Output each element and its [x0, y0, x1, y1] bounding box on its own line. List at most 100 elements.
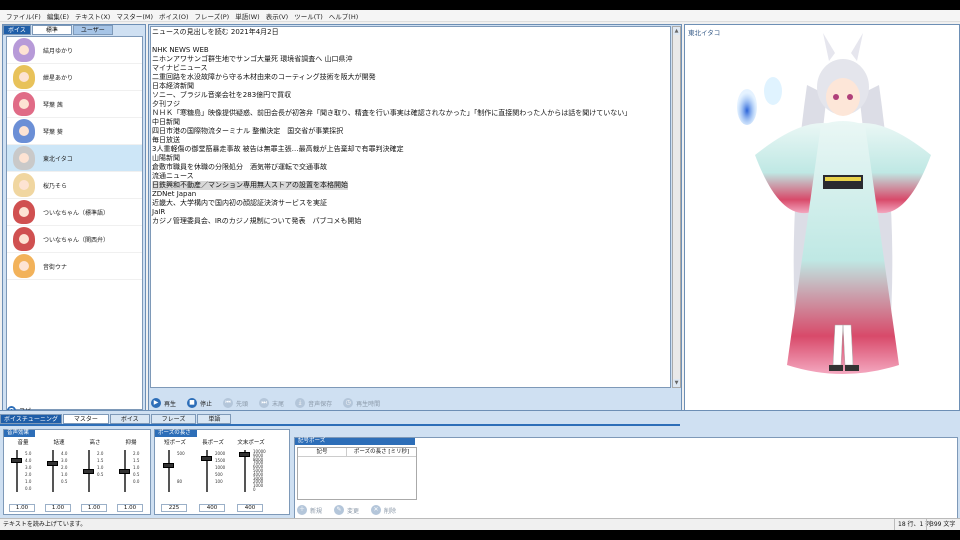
menu-item[interactable]: マスター(M): [113, 11, 156, 21]
character-item[interactable]: 琴葉 茜: [7, 91, 142, 118]
character-item[interactable]: 結月ゆかり: [7, 37, 142, 64]
character-item[interactable]: ついなちゃん（標準語）: [7, 199, 142, 226]
symbol-pause-table[interactable]: 記号 ポーズの長さ [ミリ秒]: [297, 447, 417, 500]
slider-control: 話速 4.0 3.0 2.0 1.0 0.5 1.00: [42, 438, 76, 512]
character-illustration: [737, 33, 931, 374]
scroll-up-icon[interactable]: ▲: [673, 27, 680, 35]
menu-item[interactable]: ボイス(O): [156, 11, 192, 21]
tab-voice-settings[interactable]: ボイス: [109, 414, 150, 424]
character-name-label: 東北イタコ: [43, 155, 73, 163]
slider-value-input[interactable]: 1.00: [9, 504, 35, 512]
text-line: 流通ニュース: [152, 172, 194, 180]
menu-item[interactable]: フレーズ(P): [192, 11, 233, 21]
slider-track[interactable]: [168, 450, 170, 492]
text-line: カジノ管理委員会、IRのカジノ規制について発表 パブコメも開始: [152, 217, 362, 225]
menu-item[interactable]: ヘルプ(H): [326, 11, 361, 21]
new-button[interactable]: ＋新規: [297, 505, 322, 515]
play-button[interactable]: ▶ 再生: [151, 398, 176, 408]
tick-label: 4.0: [25, 458, 32, 463]
clock-icon: ◷: [343, 398, 354, 408]
skip-back-icon: ⏮: [223, 398, 234, 408]
slider-value-input[interactable]: 1.00: [117, 504, 143, 512]
slider-value-input[interactable]: 1.00: [45, 504, 71, 512]
avatar: [13, 65, 35, 89]
slider-value-input[interactable]: 400: [199, 504, 225, 512]
tick-label: 1000: [215, 465, 226, 470]
skip-forward-button[interactable]: ⏭ 末尾: [259, 398, 284, 408]
character-item[interactable]: 紲星あかり: [7, 64, 142, 91]
tab-voice[interactable]: ボイス: [3, 25, 31, 35]
text-line: 3人重軽傷の御堂筋暴走事故 被告は無罪主張…最高裁が上告棄却で有罪判決確定: [152, 145, 404, 153]
slider-value-input[interactable]: 225: [161, 504, 187, 512]
character-item[interactable]: 琴葉 葵: [7, 118, 142, 145]
new-icon: ＋: [297, 505, 307, 515]
character-item[interactable]: 東北イタコ: [7, 145, 142, 172]
slider-scale: 4.0 3.0 2.0 1.0 0.5: [61, 450, 67, 485]
tab-word[interactable]: 単語: [197, 414, 232, 424]
slider-track[interactable]: [16, 450, 18, 492]
menu-item[interactable]: 編集(E): [44, 11, 72, 21]
character-name-label: 音街ウナ: [43, 263, 68, 271]
menu-item[interactable]: 表示(V): [263, 11, 292, 21]
symbol-pause-buttons: ＋新規 ✎ 変更 ✕ 削除: [297, 505, 396, 515]
clock-button[interactable]: ◷ 再生時間: [343, 398, 380, 408]
table-header: 記号 ポーズの長さ [ミリ秒]: [298, 448, 416, 457]
slider-value-input[interactable]: 1.00: [81, 504, 107, 512]
tab-phrase[interactable]: フレーズ: [150, 414, 197, 424]
column-symbol: 記号: [316, 449, 328, 455]
tick-label: 1.5: [97, 458, 104, 463]
tick-label: 1.0: [97, 465, 104, 470]
slider-thumb[interactable]: [83, 469, 94, 474]
tab-standard[interactable]: 標準: [31, 25, 72, 35]
tick-label: 1.5: [133, 458, 140, 463]
menu-item[interactable]: 単語(W): [232, 11, 263, 21]
text-line: ＮＨＫ「寒糖島」映像提供疑惑、前田会長が初答弁「聞き取り、精査を行い事実は確認さ…: [152, 109, 632, 117]
delete-icon: ✕: [371, 505, 382, 515]
character-item[interactable]: ついなちゃん（関西弁）: [7, 226, 142, 253]
text-editor[interactable]: ニュースの見出しを読む 2021年4月2日 NHK NEWS WEB ニホンアワサン…: [150, 26, 671, 388]
text-line: ZDNet Japan: [152, 190, 197, 198]
save-audio-button[interactable]: ⤓ 音声保存: [295, 398, 332, 408]
app-window: ファイル(F) 編集(E) テキスト(X) マスター(M) ボイス(O) フレーズ(P) 単…: [0, 10, 960, 530]
menu-item[interactable]: テキスト(X): [72, 11, 113, 21]
skip-back-button[interactable]: ⏮ 先頭: [223, 398, 248, 408]
editor-scrollbar[interactable]: ▲ ▼: [672, 26, 681, 388]
menu-item[interactable]: ファイル(F): [3, 11, 44, 21]
scroll-down-icon[interactable]: ▼: [673, 379, 680, 387]
character-view: 東北イタコ: [684, 24, 960, 418]
delete-button[interactable]: ✕ 削除: [371, 505, 396, 515]
stop-icon: ■: [187, 398, 198, 408]
save-audio-icon: ⤓: [295, 398, 306, 408]
slider-thumb[interactable]: [11, 457, 22, 463]
tick-label: 4.0: [61, 451, 68, 456]
slider-thumb[interactable]: [201, 455, 212, 461]
voice-panel: ボイス 標準 ユーザー 結月ゆかり 紲星あかり 琴葉 茜琴葉 葵東北イタコ 桜乃そらつ…: [2, 24, 146, 418]
edit-button[interactable]: ✎ 変更: [334, 505, 359, 515]
menu-item[interactable]: ツール(T): [291, 11, 326, 21]
tab-voice-tuning[interactable]: ボイスチューニング: [0, 414, 62, 424]
tab-underline: [0, 424, 680, 426]
slider-track[interactable]: [52, 450, 54, 492]
text-line: NHK NEWS WEB: [152, 46, 209, 54]
slider-label: 短ポーズ: [164, 440, 186, 446]
button-label: 音声保存: [308, 400, 333, 408]
character-count: 399 文字: [926, 519, 955, 530]
slider-thumb[interactable]: [119, 469, 130, 474]
tick-label: 3.0: [25, 465, 32, 470]
slider-thumb[interactable]: [47, 460, 58, 466]
tick-label: 2000: [215, 451, 226, 456]
slider-label: 話速: [53, 440, 65, 446]
slider-label: 抑揚: [125, 440, 137, 446]
button-label: 末尾: [272, 400, 285, 408]
character-item[interactable]: 音街ウナ: [7, 253, 142, 280]
slider-thumb[interactable]: [239, 451, 250, 457]
slider-scale: 2.0 1.5 1.0 0.5 0.0: [133, 450, 139, 485]
tab-user[interactable]: ユーザー: [72, 25, 113, 35]
slider-value-input[interactable]: 400: [237, 504, 263, 512]
slider-thumb[interactable]: [163, 463, 174, 469]
stop-button[interactable]: ■ 停止: [187, 398, 212, 408]
character-item[interactable]: 桜乃そら: [7, 172, 142, 199]
text-line: ニホンアワサンゴ群生地でサンゴ大量死 環境省調査へ 山口県沖: [152, 55, 353, 63]
tab-master[interactable]: マスター: [62, 414, 109, 424]
symbol-pause-panel: 記号ポーズ 記号 ポーズの長さ [ミリ秒] ＋新規 ✎ 変更 ✕ 削除: [294, 437, 958, 519]
